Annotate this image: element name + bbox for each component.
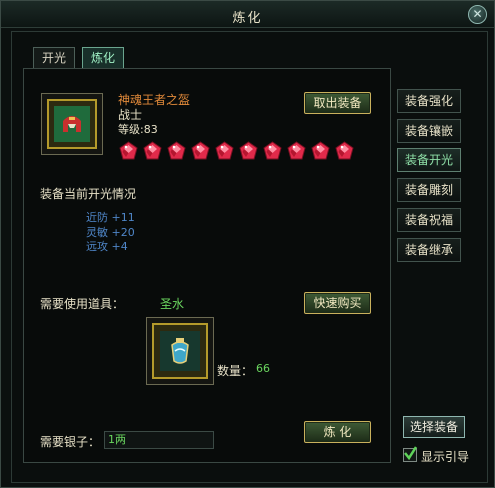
gem-row xyxy=(118,141,355,162)
close-icon: ✕ xyxy=(472,7,483,21)
remove-equipment-button[interactable]: 取出装备 xyxy=(304,92,371,114)
side-menu-bless[interactable]: 装备祝福 xyxy=(397,208,461,232)
ruby-gem-icon xyxy=(143,141,162,160)
ruby-gem-icon xyxy=(335,141,354,160)
ruby-gem-icon xyxy=(167,141,186,160)
stat-line-1: 近防 +11 xyxy=(86,211,135,224)
close-button[interactable]: ✕ xyxy=(468,5,487,24)
holy-water-icon xyxy=(160,331,200,371)
ruby-gem-icon xyxy=(287,141,306,160)
tool-label: 需要使用道具： xyxy=(40,297,125,311)
ruby-gem-icon xyxy=(215,141,234,160)
ruby-gem-icon xyxy=(263,141,282,160)
side-menu-inlay[interactable]: 装备镶嵌 xyxy=(397,119,461,143)
side-menu-kaiguang[interactable]: 装备开光 xyxy=(397,148,461,172)
show-guide-checkbox[interactable] xyxy=(403,446,417,462)
side-menu-enhance[interactable]: 装备强化 xyxy=(397,89,461,113)
title-bar[interactable]: 炼化 ✕ xyxy=(1,1,494,28)
equipment-frame xyxy=(47,99,97,149)
side-menu-engrave[interactable]: 装备雕刻 xyxy=(397,178,461,202)
ruby-gem-icon xyxy=(239,141,258,160)
quick-buy-button[interactable]: 快速购买 xyxy=(304,292,371,314)
equipment-level: 等级:83 xyxy=(118,123,158,136)
quantity-label: 数量： xyxy=(217,364,254,378)
stat-line-3: 远攻 +4 xyxy=(86,240,128,253)
tab-lianhua[interactable]: 炼化 xyxy=(82,47,124,68)
check-icon xyxy=(404,446,417,460)
helmet-icon xyxy=(54,106,90,142)
tool-slot[interactable] xyxy=(146,317,214,385)
silver-field: 1两 xyxy=(104,431,214,449)
tool-name: 圣水 xyxy=(160,297,185,311)
silver-label: 需要银子： xyxy=(40,435,101,449)
quantity-value: 66 xyxy=(256,362,270,375)
tool-frame xyxy=(152,323,208,379)
ruby-gem-icon xyxy=(191,141,210,160)
ruby-gem-icon xyxy=(119,141,138,160)
window-title: 炼化 xyxy=(232,11,263,26)
refine-button[interactable]: 炼 化 xyxy=(304,421,371,443)
select-equipment-button[interactable]: 选择装备 xyxy=(403,416,465,438)
ruby-gem-icon xyxy=(311,141,330,160)
tab-kaiguang[interactable]: 开光 xyxy=(33,47,75,68)
side-menu-inherit[interactable]: 装备继承 xyxy=(397,238,461,262)
status-section-title: 装备当前开光情况 xyxy=(40,187,137,201)
equipment-slot[interactable] xyxy=(41,93,103,155)
show-guide-label: 显示引导 xyxy=(421,450,470,464)
